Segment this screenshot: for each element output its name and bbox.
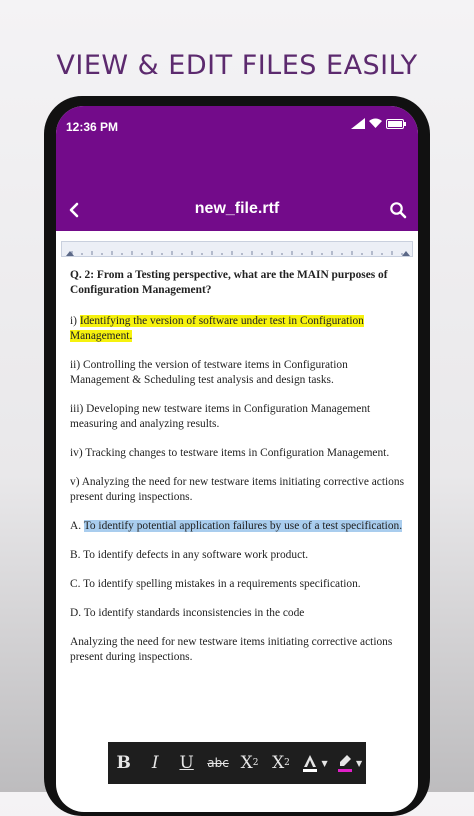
wifi-icon	[369, 118, 382, 128]
option-d: D. To identify standards inconsistencies…	[70, 607, 305, 619]
yellow-highlighted-text[interactable]: Identifying the version of software unde…	[70, 315, 364, 342]
bold-label: B	[116, 753, 131, 773]
ruler-ticks	[66, 251, 410, 256]
bold-button[interactable]: B	[112, 742, 136, 784]
subscript-base: X	[240, 753, 253, 773]
list-item: i) Identifying the version of software u…	[70, 314, 404, 344]
list-item: ii) Controlling the version of testware …	[70, 359, 348, 386]
chevron-down-icon: ▼	[321, 758, 328, 768]
subscript-mark: 2	[252, 758, 259, 768]
document-ruler[interactable]	[61, 241, 413, 257]
list-item-prefix: i)	[70, 315, 80, 327]
italic-label: I	[151, 753, 159, 773]
option-a: A. To identify potential application fai…	[70, 519, 404, 534]
option-b: B. To identify defects in any software w…	[70, 549, 309, 561]
text-color-button[interactable]: ▼	[300, 742, 328, 784]
subscript-button[interactable]: X2	[238, 742, 262, 784]
status-time: 12:36 PM	[66, 120, 119, 134]
option-c: C. To identify spelling mistakes in a re…	[70, 578, 361, 590]
highlighter-icon	[338, 755, 353, 772]
chevron-down-icon: ▼	[356, 758, 363, 768]
list-item: v) Analyzing the need for new testware i…	[70, 476, 405, 503]
search-button[interactable]	[384, 196, 412, 224]
search-icon	[390, 202, 407, 219]
status-icons	[351, 118, 406, 129]
superscript-button[interactable]: X2	[269, 742, 293, 784]
battery-icon	[386, 118, 406, 129]
strikethrough-button[interactable]: abc	[206, 742, 230, 784]
phone-frame: 12:36 PM new_file.rtf Q. 2: From a Testi…	[44, 96, 430, 816]
superscript-base: X	[272, 753, 285, 773]
underline-button[interactable]: U	[175, 742, 199, 784]
list-item: iii) Developing new testware items in Co…	[70, 403, 371, 430]
strikethrough-label: abc	[207, 756, 229, 770]
file-title: new_file.rtf	[194, 200, 280, 217]
option-prefix: A.	[70, 520, 84, 532]
selected-text[interactable]: To identify potential application failur…	[83, 520, 403, 532]
formatting-toolbar: B I U abc X2 X2 ▼ ▼	[108, 742, 366, 784]
superscript-mark: 2	[284, 758, 290, 768]
promo-title: VIEW & EDIT FILES EASILY	[56, 50, 418, 81]
highlight-button[interactable]: ▼	[335, 742, 362, 784]
text-color-icon	[303, 755, 318, 772]
ruler-right-indent-marker	[402, 251, 410, 256]
list-item: iv) Tracking changes to testware items i…	[70, 447, 390, 459]
closing-paragraph: Analyzing the need for new testware item…	[70, 636, 393, 663]
question-heading: Q. 2: From a Testing perspective, what a…	[70, 269, 388, 296]
ruler-left-indent-marker	[66, 251, 74, 256]
italic-button[interactable]: I	[143, 742, 167, 784]
app-bar: 12:36 PM new_file.rtf	[56, 106, 418, 231]
document-body[interactable]: Q. 2: From a Testing perspective, what a…	[70, 268, 404, 679]
underline-label: U	[179, 753, 194, 773]
phone-screen: 12:36 PM new_file.rtf Q. 2: From a Testi…	[56, 106, 418, 812]
signal-icon	[351, 118, 365, 129]
